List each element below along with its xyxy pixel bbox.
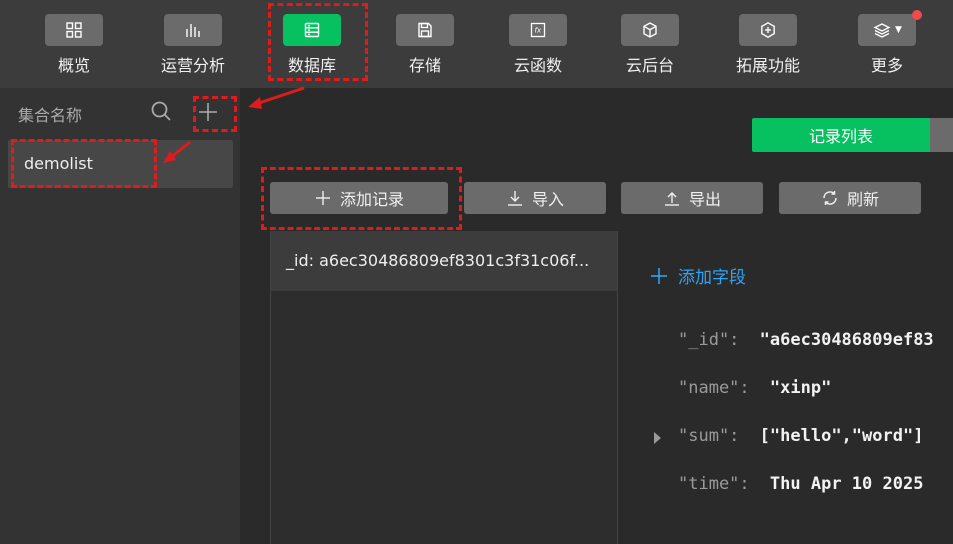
layers-icon — [873, 23, 891, 38]
toolbar-item-cloud-backend[interactable]: 云后台 — [600, 14, 700, 84]
toolbar-item-cloud-functions[interactable]: fx 云函数 — [488, 14, 588, 84]
database-icon — [304, 22, 320, 38]
cloud-backend-button[interactable] — [621, 14, 679, 46]
toolbar-item-analytics[interactable]: 运营分析 — [143, 14, 243, 84]
record-id: _id: a6ec30486809ef8301c3f31c06f... — [286, 251, 590, 270]
cube-icon — [643, 22, 657, 38]
field-value: "a6ec30486809ef83 — [759, 330, 934, 350]
field-key: "time": — [678, 474, 750, 494]
export-button[interactable]: 导出 — [621, 182, 763, 214]
collection-sidebar: 集合名称 demolist — [0, 88, 240, 544]
toolbar-label: 拓展功能 — [735, 56, 800, 75]
upload-icon — [664, 192, 679, 206]
search-icon[interactable] — [150, 100, 172, 122]
add-record-label: 添加记录 — [339, 190, 404, 209]
tab-record-list[interactable]: 记录列表 — [752, 118, 930, 152]
notification-dot — [912, 10, 922, 20]
toolbar-label: 概览 — [57, 56, 90, 75]
bar-chart-icon — [186, 24, 200, 37]
toolbar-label: 更多 — [870, 56, 903, 75]
top-toolbar: 概览 运营分析 数据库 存储 fx 云函数 云后台 拓展功能 ▼ 更多 — [0, 0, 953, 88]
field-value: "xinp" — [769, 378, 832, 398]
function-fx-icon: fx — [530, 22, 546, 38]
toolbar-label: 存储 — [408, 56, 441, 75]
chevron-down-icon: ▼ — [895, 25, 902, 35]
add-field-button[interactable]: 添加字段 — [650, 263, 746, 288]
download-icon — [507, 191, 522, 206]
field-row[interactable]: "sum": ["hello","word"] — [678, 426, 923, 446]
floppy-disk-icon — [418, 22, 432, 38]
svg-text:fx: fx — [535, 27, 542, 35]
main-panel: 记录列表 添加记录 导入 导出 刷新 _id: a6ec30486809ef83… — [240, 88, 953, 544]
analytics-button[interactable] — [164, 14, 222, 46]
refresh-button[interactable]: 刷新 — [779, 182, 921, 214]
toolbar-label: 运营分析 — [160, 56, 225, 75]
plus-icon — [651, 267, 667, 284]
export-label: 导出 — [688, 190, 721, 209]
field-row[interactable]: "name": "xinp" — [678, 378, 831, 398]
field-value: Thu Apr 10 2025 — [769, 474, 924, 494]
import-button[interactable]: 导入 — [464, 182, 606, 214]
toolbar-item-overview[interactable]: 概览 — [24, 14, 124, 84]
field-row[interactable]: "_id": "a6ec30486809ef83 — [678, 330, 934, 350]
collection-item-demolist[interactable]: demolist — [8, 140, 233, 188]
toolbar-label: 云后台 — [625, 56, 674, 75]
refresh-label: 刷新 — [846, 190, 879, 209]
collection-name: demolist — [24, 154, 93, 173]
tab-secondary[interactable] — [930, 118, 953, 152]
add-field-label: 添加字段 — [678, 268, 746, 288]
field-key: "name": — [678, 378, 750, 398]
sidebar-header: 集合名称 — [0, 88, 240, 134]
sidebar-title: 集合名称 — [18, 106, 83, 125]
expand-caret-icon[interactable] — [654, 432, 661, 444]
field-row[interactable]: "time": Thu Apr 10 2025 — [678, 474, 923, 494]
extensions-button[interactable] — [739, 14, 797, 46]
database-button[interactable] — [283, 14, 341, 46]
toolbar-label: 数据库 — [287, 56, 336, 75]
field-key: "sum": — [678, 426, 740, 446]
record-row[interactable]: _id: a6ec30486809ef8301c3f31c06f... — [271, 231, 617, 291]
more-button[interactable]: ▼ — [858, 14, 916, 46]
overview-button[interactable] — [45, 14, 103, 46]
toolbar-label: 云函数 — [513, 56, 562, 75]
record-detail: 添加字段 "_id": "a6ec30486809ef83 "name": "x… — [616, 231, 953, 544]
field-key: "_id": — [678, 330, 740, 350]
import-label: 导入 — [531, 190, 564, 209]
record-list: _id: a6ec30486809ef8301c3f31c06f... — [270, 231, 618, 544]
add-record-button[interactable]: 添加记录 — [270, 182, 448, 214]
cloud-functions-button[interactable]: fx — [509, 14, 567, 46]
storage-button[interactable] — [396, 14, 454, 46]
plus-icon — [315, 191, 330, 205]
field-value: ["hello","word"] — [759, 426, 924, 446]
toolbar-item-storage[interactable]: 存储 — [375, 14, 475, 84]
plus-hexagon-icon — [761, 21, 775, 39]
overview-grid-icon — [66, 22, 82, 38]
toolbar-item-extensions[interactable]: 拓展功能 — [718, 14, 818, 84]
toolbar-item-more[interactable]: ▼ 更多 — [837, 14, 937, 84]
toolbar-item-database[interactable]: 数据库 — [262, 14, 362, 84]
add-collection-icon[interactable] — [196, 100, 220, 124]
refresh-icon — [823, 191, 837, 205]
